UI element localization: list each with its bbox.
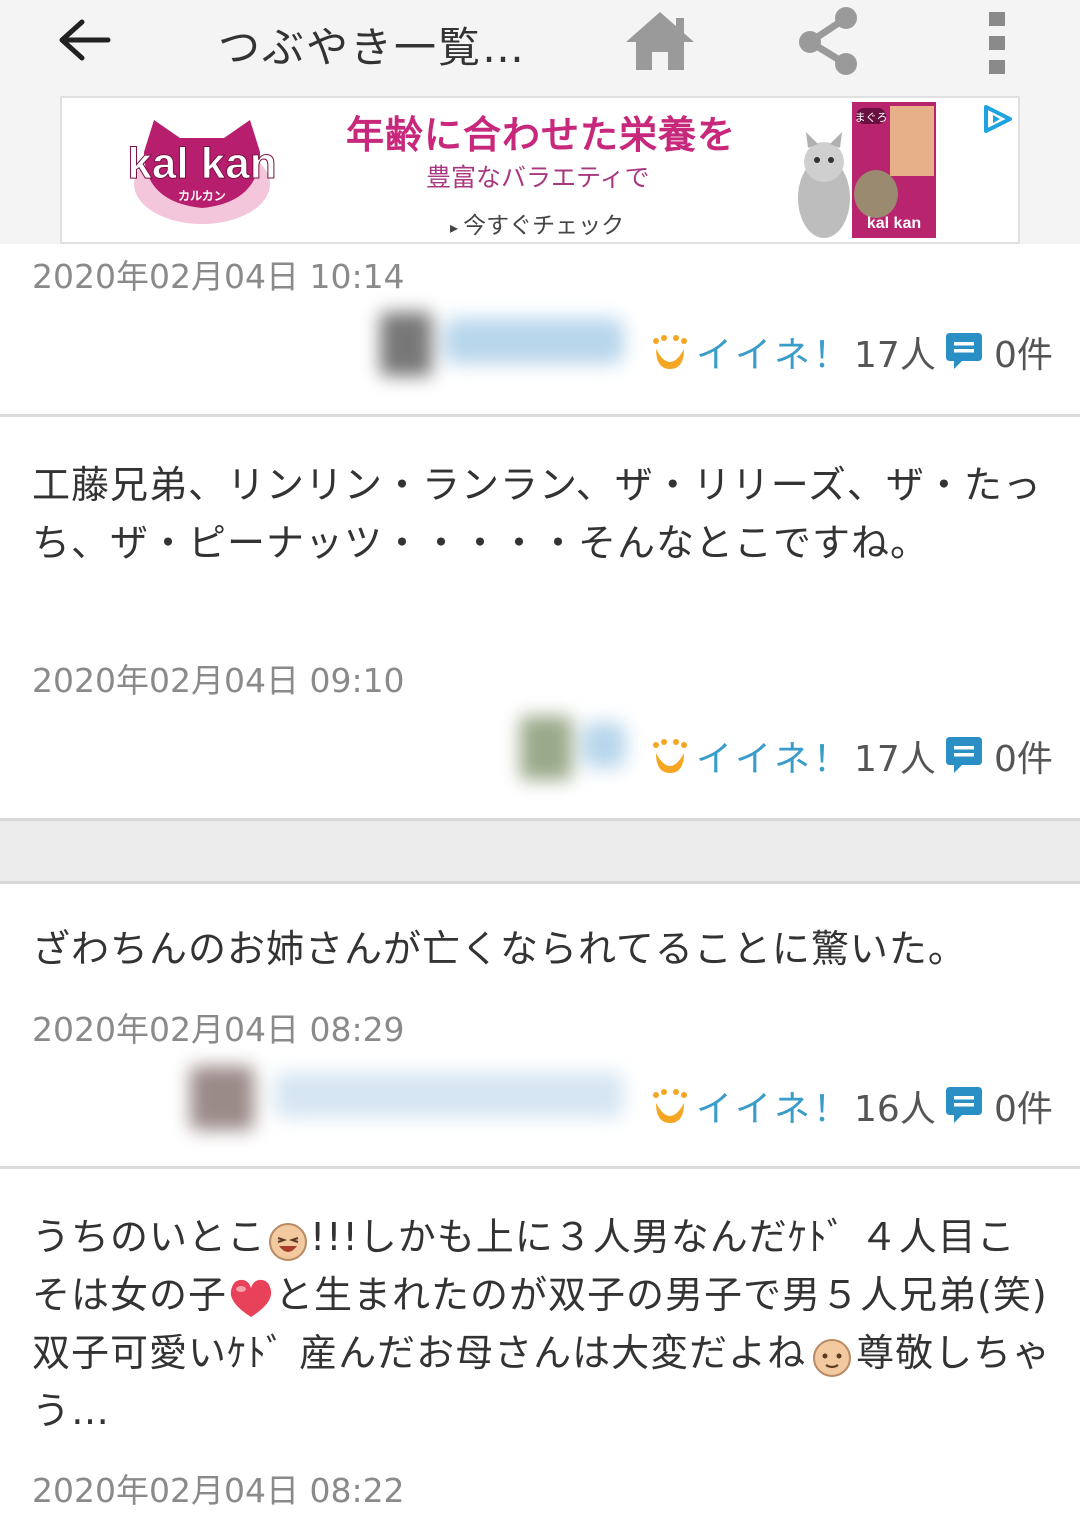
adchoices-icon (984, 105, 1012, 133)
comment-icon (946, 1087, 982, 1123)
product-image: まぐろ kal kan (790, 98, 950, 242)
like-count: 17人 (854, 739, 936, 780)
ad-headline: 年齢に合わせた栄養を (346, 113, 737, 157)
like-button[interactable]: イイネ！ 16人 (652, 1080, 936, 1132)
post-timestamp: 2020年02月04日 08:29 (32, 1010, 405, 1049)
blurred-author[interactable] (380, 312, 630, 376)
ad-subline: 豊富なバラエティで (426, 163, 650, 192)
adchoices-button[interactable] (980, 104, 1016, 134)
svg-text:カルカン: カルカン (178, 189, 226, 203)
arrow-left-icon (59, 19, 111, 61)
like-label: イイネ！ (696, 1089, 853, 1130)
comment-icon (946, 333, 982, 369)
cheer-icon (653, 739, 687, 773)
post-text: うちのいとこ !!!しかも上に３人男なんだｹﾄﾞ ４人目こそは女の子 と生まれた… (32, 1208, 1052, 1440)
blurred-author[interactable] (520, 716, 630, 780)
post-text: ざわちんのお姉さんが亡くなられてることに驚いた。 (32, 927, 967, 971)
svg-text:kal kan: kal kan (127, 139, 276, 188)
blurred-author[interactable] (190, 1066, 630, 1130)
like-label: イイネ！ (696, 335, 853, 376)
home-icon (626, 12, 694, 70)
post-timestamp: 2020年02月04日 09:10 (32, 661, 405, 700)
section-gap (0, 818, 1080, 884)
home-button[interactable] (622, 8, 698, 74)
app-header: つぶやき一覧… (0, 0, 1080, 92)
smiling-face-icon (813, 1338, 852, 1377)
share-button[interactable] (794, 4, 864, 78)
more-vertical-icon (989, 12, 1005, 74)
comment-count: 0件 (994, 335, 1053, 376)
like-button[interactable]: イイネ！ 17人 (652, 730, 936, 782)
divider (0, 414, 1080, 417)
ad-cta-link[interactable]: ▸ 今すぐチェック (450, 206, 624, 240)
laughing-face-icon (269, 1222, 308, 1261)
post-timestamp: 2020年02月04日 10:14 (32, 257, 405, 296)
post-text: 工藤兄弟、リンリン・ランラン、ザ・リリーズ、ザ・たっち、ザ・ピーナッツ・・・・・… (32, 463, 1042, 565)
like-count: 17人 (854, 335, 936, 376)
svg-text:kal kan: kal kan (867, 215, 921, 232)
like-button[interactable]: イイネ！ 17人 (652, 326, 936, 378)
post-text-part: うちのいとこ (32, 1215, 267, 1259)
chevron-right-icon: ▸ (450, 218, 464, 237)
more-menu-button[interactable] (978, 10, 1018, 76)
comment-icon (946, 737, 982, 773)
brand-logo: kal kan カルカン (122, 112, 282, 228)
cheer-icon (653, 1089, 687, 1123)
comment-count: 0件 (994, 1089, 1053, 1130)
comment-count: 0件 (994, 739, 1053, 780)
ad-banner[interactable]: kal kan カルカン 年齢に合わせた栄養を 豊富なバラエティで ▸ 今すぐチ… (60, 96, 1020, 244)
like-label: イイネ！ (696, 739, 853, 780)
comment-button[interactable]: 0件 (944, 730, 1053, 782)
svg-text:まぐろ: まぐろ (855, 111, 888, 124)
comment-button[interactable]: 0件 (944, 326, 1053, 378)
page-title: つぶやき一覧… (218, 23, 527, 72)
comment-button[interactable]: 0件 (944, 1080, 1053, 1132)
divider (0, 1166, 1080, 1169)
ad-area: kal kan カルカン 年齢に合わせた栄養を 豊富なバラエティで ▸ 今すぐチ… (0, 92, 1080, 244)
like-count: 16人 (854, 1089, 936, 1130)
post-timestamp: 2020年02月04日 08:22 (32, 1471, 405, 1510)
share-icon (799, 7, 857, 75)
cheer-icon (653, 335, 687, 369)
back-button[interactable] (52, 8, 116, 72)
ad-cta-label: 今すぐチェック (463, 213, 625, 239)
heart-icon (230, 1279, 272, 1317)
